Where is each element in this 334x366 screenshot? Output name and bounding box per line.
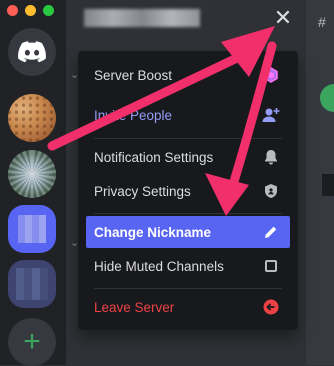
menu-divider [94,138,282,139]
menu-item-privacy-settings[interactable]: Privacy Settings [86,175,290,207]
bell-icon [262,148,280,166]
boost-gem-icon [262,66,280,84]
menu-item-label: Hide Muted Channels [94,258,224,274]
server-tree[interactable] [8,150,56,198]
server-rail: + [0,0,66,366]
menu-item-label: Privacy Settings [94,183,191,199]
window-close-dot[interactable] [7,5,18,16]
server-blurred-dark[interactable] [8,260,56,308]
window-minimize-dot[interactable] [25,5,36,16]
leave-arrow-icon [262,298,280,316]
menu-item-invite-people[interactable]: Invite People [86,99,290,131]
menu-item-change-nickname[interactable]: Change Nickname [86,216,290,248]
user-avatar-partial [322,174,334,196]
close-icon[interactable]: ✕ [272,7,294,29]
server-menu: Server Boost Invite People Notification … [78,51,298,330]
pencil-icon [262,223,280,241]
menu-item-server-boost[interactable]: Server Boost [86,59,290,91]
server-name-blurred [84,9,200,27]
menu-item-label: Notification Settings [94,149,214,165]
add-person-icon [262,106,280,124]
checkbox-icon[interactable] [262,257,280,275]
hash-icon: # [318,14,326,30]
menu-item-leave-server[interactable]: Leave Server [86,291,290,323]
blurred-server-icon [18,215,46,243]
shield-icon [262,182,280,200]
menu-divider [94,213,282,214]
menu-item-label: Invite People [94,107,173,123]
discord-home-button[interactable] [8,28,56,76]
discord-logo-icon [18,41,46,63]
server-cookie[interactable] [8,94,56,142]
menu-item-hide-muted-channels[interactable]: Hide Muted Channels [86,250,290,282]
menu-item-label: Leave Server [94,299,175,315]
plus-icon: + [23,325,41,358]
server-blurred-blue[interactable] [8,205,56,253]
menu-item-label: Server Boost [94,67,173,83]
menu-divider [94,288,282,289]
add-server-button[interactable]: + [8,318,56,366]
window-zoom-dot[interactable] [43,5,54,16]
blurred-server-icon [16,268,48,300]
menu-item-notification-settings[interactable]: Notification Settings [86,141,290,173]
menu-item-label: Change Nickname [94,224,212,240]
